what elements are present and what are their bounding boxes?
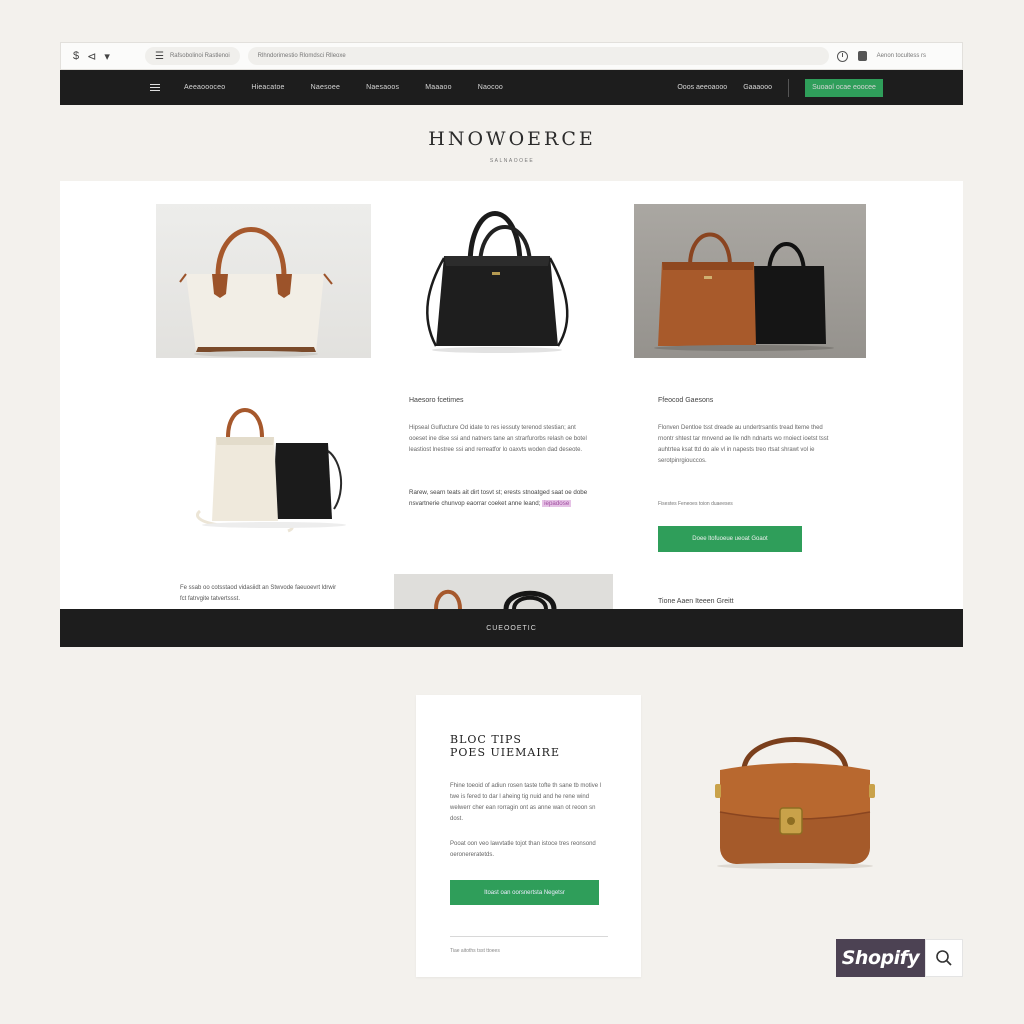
shop-now-button[interactable]: Doee ltofuoeue ueoat Goaot bbox=[658, 526, 802, 552]
product-image-bag-pair[interactable] bbox=[170, 401, 360, 541]
hamburger-icon[interactable] bbox=[150, 84, 160, 91]
nav-link-5[interactable]: Maaaoo bbox=[425, 84, 452, 91]
highlighted-link[interactable]: iepadose bbox=[542, 500, 572, 507]
blog-footer-text: Tiae aitoths tsst ttoees bbox=[450, 948, 500, 954]
url-text: Rlhndorimestio Rlomdsci Rlleoxe bbox=[257, 53, 346, 59]
footer-label[interactable]: CUEOOETIC bbox=[486, 625, 537, 632]
brand-title[interactable]: HNOWOERCE bbox=[0, 128, 1024, 150]
nav-link-4[interactable]: Naesaoos bbox=[366, 84, 399, 91]
magnifier-icon bbox=[936, 950, 952, 966]
brand-subtitle: SALNAOOEE bbox=[489, 158, 535, 164]
menu-icon[interactable]: ☰ bbox=[155, 51, 164, 62]
right-column-paragraph: Flonven Dentloe tsst dreade au undertrsa… bbox=[658, 425, 829, 464]
product-image-brown-satchel[interactable] bbox=[700, 730, 890, 870]
chevron-down-icon[interactable]: ▾ bbox=[104, 50, 110, 63]
blog-divider bbox=[450, 936, 608, 937]
nav-divider bbox=[788, 78, 789, 97]
account-label[interactable]: Aenon tocultess rs bbox=[877, 53, 926, 59]
browser-nav-buttons: $ ⊲ ▾ bbox=[61, 50, 141, 63]
nav-link-3[interactable]: Naesoee bbox=[311, 84, 340, 91]
blog-title: BLOC TIPS POES UIEMAIRE bbox=[450, 733, 560, 759]
nav-link-2[interactable]: Hieacatoe bbox=[251, 84, 284, 91]
blog-title-line-2: POES UIEMAIRE bbox=[450, 746, 560, 759]
blog-title-line-1: BLOC TIPS bbox=[450, 733, 522, 746]
forward-icon[interactable]: ⊲ bbox=[87, 50, 96, 63]
bottom-left-caption: Fe ssab oo cotsstaod vidasiidt an Stwvod… bbox=[180, 585, 337, 602]
tab-title: Rafsobolinoi Rastlenoi bbox=[169, 53, 230, 59]
right-column-link[interactable]: Fisestes Feneoes toion duaeeses bbox=[658, 501, 733, 507]
features-paragraph-2: Rarew, searn teats ait dirt tosvt st; er… bbox=[409, 487, 594, 509]
bottom-right-caption: Tione Aaen Iteeen Greitt bbox=[658, 598, 734, 605]
history-icon[interactable] bbox=[836, 50, 848, 62]
address-bar[interactable]: Rlhndorimestio Rlomdsci Rlleoxe bbox=[247, 47, 829, 65]
nav-link-6[interactable]: Naocoo bbox=[478, 84, 503, 91]
shopify-logo[interactable]: Shopify bbox=[836, 939, 925, 977]
product-image-duo-totes[interactable] bbox=[634, 204, 866, 358]
blog-cta-button[interactable]: Itoast oan oorsnertsta Negetsr bbox=[450, 880, 599, 905]
search-button[interactable] bbox=[925, 939, 963, 977]
product-image-cream-tote[interactable] bbox=[156, 204, 371, 358]
blog-paragraph-1: Fhine toeoid of adiun rosen taste tofte … bbox=[450, 783, 602, 822]
footer-bar: CUEOOETIC bbox=[60, 609, 963, 647]
content-panel: Haesoro fcetimes Hipseal Gulfucture Od i… bbox=[60, 181, 963, 609]
product-image-cropped[interactable] bbox=[394, 574, 613, 609]
browser-tab[interactable]: ☰ Rafsobolinoi Rastlenoi bbox=[145, 47, 240, 65]
brand-header: HNOWOERCE SALNAOOEE bbox=[0, 128, 1024, 164]
blog-card: BLOC TIPS POES UIEMAIRE Fhine toeoid of … bbox=[416, 695, 641, 977]
right-column-heading: Ffeocod Gaesons bbox=[658, 397, 714, 404]
blog-paragraph-2: Pooat oon veo lawvtatle tojot than istoc… bbox=[450, 841, 596, 858]
features-paragraph-1: Hipseal Gulfucture Od idate to res iessu… bbox=[409, 425, 587, 453]
nav-cta-button[interactable]: Suoaol ocae eoocee bbox=[805, 78, 883, 97]
back-icon[interactable]: $ bbox=[73, 50, 79, 63]
nav-right-link-1[interactable]: Ooos aeeoaooo bbox=[677, 84, 727, 91]
nav-right-link-2[interactable]: Gaaaooo bbox=[743, 84, 772, 91]
store-nav-bar: Aeeaoooceo Hieacatoe Naesoee Naesaoos Ma… bbox=[60, 70, 963, 105]
nav-links: Aeeaoooceo Hieacatoe Naesoee Naesaoos Ma… bbox=[184, 84, 503, 91]
browser-toolbar: $ ⊲ ▾ ☰ Rafsobolinoi Rastlenoi Rlhndorim… bbox=[60, 42, 963, 70]
profile-icon[interactable] bbox=[857, 51, 867, 61]
product-image-black-tote[interactable] bbox=[400, 196, 590, 366]
features-heading: Haesoro fcetimes bbox=[409, 397, 464, 404]
nav-link-1[interactable]: Aeeaoooceo bbox=[184, 84, 225, 91]
